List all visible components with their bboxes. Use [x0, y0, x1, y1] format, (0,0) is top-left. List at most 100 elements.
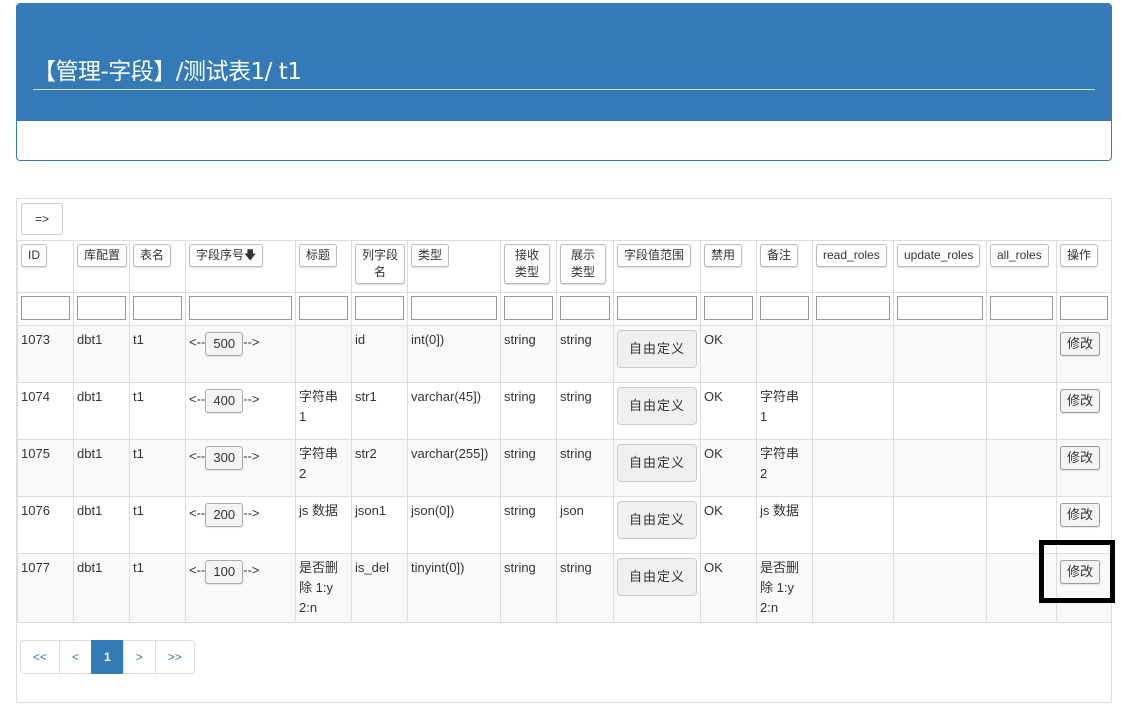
column-filter-input[interactable]: [816, 296, 890, 320]
column-filter-input[interactable]: [704, 296, 753, 320]
read-roles-cell: [812, 382, 894, 440]
column-header-button[interactable]: 备注: [760, 244, 799, 267]
pager-next[interactable]: >: [122, 640, 156, 674]
title-cell: 是否删除 1:y 2:n: [295, 553, 352, 623]
remark-cell: 是否删除 1:y 2:n: [756, 553, 813, 623]
column-header: all_roles: [986, 240, 1057, 293]
order-cell: <-- 100 -->: [185, 553, 296, 623]
column-header: 操作: [1056, 240, 1112, 293]
column-filter-input[interactable]: [897, 296, 983, 320]
column-header-button[interactable]: 表名: [133, 244, 172, 267]
column-header-button[interactable]: 类型: [411, 244, 450, 267]
column-header-button[interactable]: 列字段名: [355, 244, 405, 284]
value-range-button[interactable]: 自由定义: [617, 444, 697, 482]
id-cell-text: 1076: [21, 503, 50, 518]
order-decrease[interactable]: <--: [189, 448, 205, 463]
receive-type-cell-text: string: [504, 389, 536, 404]
column-header-button[interactable]: 展示类型: [560, 244, 606, 284]
order-value-button[interactable]: 500: [205, 332, 244, 356]
order-value-button[interactable]: 100: [205, 560, 244, 584]
column-filter-input[interactable]: [760, 296, 809, 320]
column-header-button[interactable]: 禁用: [704, 244, 743, 267]
table-row: 1075 dbt1 t1 <-- 300 --> 字符串 2 str2 varchar(255]…: [17, 439, 1112, 497]
filter-cell: [613, 292, 701, 326]
order-decrease[interactable]: <--: [189, 562, 205, 577]
column-filter-input[interactable]: [189, 296, 292, 320]
column-header-button[interactable]: 操作: [1060, 244, 1099, 267]
disabled-cell: OK: [700, 382, 757, 440]
pagination: << < 1 > >>: [20, 640, 195, 674]
column-header-button[interactable]: update_roles: [897, 244, 981, 267]
column-filter-input[interactable]: [21, 296, 70, 320]
column-header-button[interactable]: ID: [21, 244, 47, 267]
table-name-cell-text: t1: [133, 389, 144, 404]
column-header: 表名: [129, 240, 186, 293]
display-type-cell-text: json: [560, 503, 584, 518]
value-range-button[interactable]: 自由定义: [617, 558, 697, 596]
column-filter-input[interactable]: [133, 296, 182, 320]
edit-button[interactable]: 修改: [1060, 446, 1101, 470]
id-cell: 1074: [17, 382, 74, 440]
panel-heading: 【管理-字段】/测试表1/ t1: [17, 4, 1111, 121]
order-decrease[interactable]: <--: [189, 334, 205, 349]
pager-prev[interactable]: <: [59, 640, 93, 674]
column-header-button[interactable]: 字段值范围: [617, 244, 692, 267]
column-filter-input[interactable]: [560, 296, 610, 320]
type-cell-text: varchar(45]): [411, 389, 482, 404]
id-cell: 1075: [17, 439, 74, 497]
order-value-button[interactable]: 400: [205, 389, 244, 413]
column-filter-input[interactable]: [355, 296, 404, 320]
order-decrease[interactable]: <--: [189, 505, 205, 520]
title-divider: [33, 89, 1095, 90]
filter-cell: [73, 292, 130, 326]
edit-button[interactable]: 修改: [1060, 332, 1101, 356]
column-filter-input[interactable]: [504, 296, 553, 320]
column-header-button[interactable]: 标题: [299, 244, 338, 267]
order-increase[interactable]: -->: [243, 505, 259, 520]
column-header-button[interactable]: all_roles: [990, 244, 1049, 267]
order-value-button[interactable]: 200: [205, 503, 244, 527]
column-filter-input[interactable]: [990, 296, 1053, 320]
table-row: 1073 dbt1 t1 <-- 500 --> id int(0]) string string…: [17, 325, 1112, 383]
db-config-cell: dbt1: [73, 553, 130, 623]
value-range-button[interactable]: 自由定义: [617, 501, 697, 539]
all-roles-cell: [986, 325, 1057, 383]
order-increase[interactable]: -->: [243, 562, 259, 577]
column-header: 标题: [295, 240, 352, 293]
table-name-cell: t1: [129, 325, 186, 383]
column-header: 类型: [407, 240, 501, 293]
order-decrease[interactable]: <--: [189, 391, 205, 406]
column-filter-input[interactable]: [299, 296, 348, 320]
value-range-cell: 自由定义: [613, 439, 701, 497]
filter-cell: [129, 292, 186, 326]
read-roles-cell: [812, 439, 894, 497]
edit-button[interactable]: 修改: [1060, 389, 1101, 413]
all-roles-cell: [986, 496, 1057, 554]
receive-type-cell-text: string: [504, 332, 536, 347]
toggle-button[interactable]: =>: [21, 203, 63, 235]
pager-current[interactable]: 1: [91, 640, 124, 674]
title-cell-text: js 数据: [299, 503, 339, 518]
edit-button[interactable]: 修改: [1060, 503, 1101, 527]
column-filter-input[interactable]: [411, 296, 497, 320]
column-header: read_roles: [812, 240, 894, 293]
column-header-button[interactable]: 库配置: [77, 244, 127, 267]
value-range-cell: 自由定义: [613, 382, 701, 440]
edit-button[interactable]: 修改: [1060, 560, 1101, 584]
order-increase[interactable]: -->: [243, 391, 259, 406]
column-header-button[interactable]: 接收类型: [504, 244, 550, 284]
column-filter-input[interactable]: [617, 296, 697, 320]
order-value-button[interactable]: 300: [205, 446, 244, 470]
column-header-button[interactable]: read_roles: [816, 244, 887, 267]
id-cell-text: 1073: [21, 332, 50, 347]
column-filter-input[interactable]: [77, 296, 126, 320]
column-filter-input[interactable]: [1060, 296, 1108, 320]
order-increase[interactable]: -->: [243, 448, 259, 463]
pager-first[interactable]: <<: [20, 640, 61, 674]
value-range-button[interactable]: 自由定义: [617, 387, 697, 425]
order-increase[interactable]: -->: [243, 334, 259, 349]
value-range-button[interactable]: 自由定义: [617, 330, 697, 368]
column-header-button[interactable]: 字段序号🡇: [189, 244, 264, 267]
update-roles-cell: [893, 496, 987, 554]
pager-last[interactable]: >>: [154, 640, 195, 674]
